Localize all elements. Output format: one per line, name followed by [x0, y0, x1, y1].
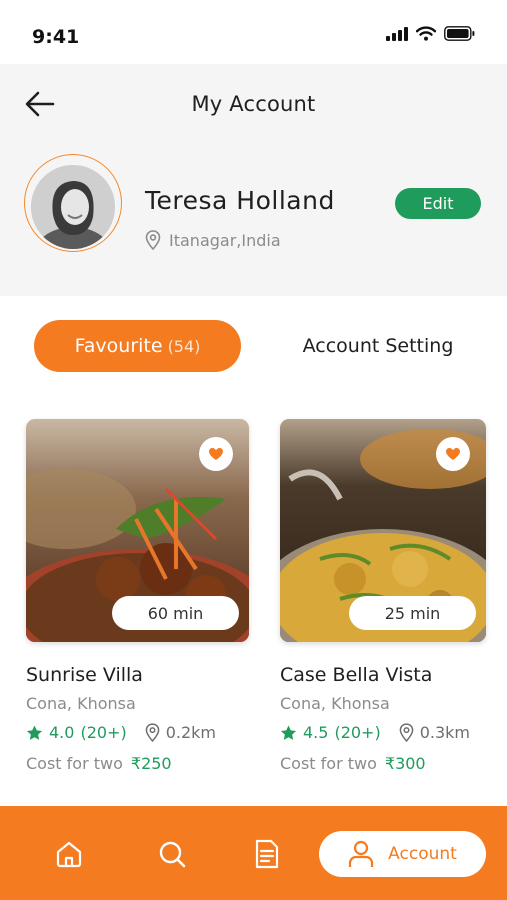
distance-value: 0.3km — [419, 723, 470, 742]
location-pin-icon — [145, 723, 160, 742]
restaurant-card[interactable]: 60 min Sunrise Villa Cona, Khonsa 4.0 (2… — [26, 419, 249, 773]
avatar[interactable] — [31, 165, 115, 249]
cost-value: ₹250 — [130, 754, 172, 773]
delivery-time: 25 min — [349, 596, 476, 630]
nav-account-button[interactable]: Account — [319, 831, 486, 877]
document-icon — [255, 839, 279, 869]
page-title: My Account — [191, 92, 316, 116]
tab-favourite-label: Favourite — [74, 335, 163, 357]
restaurant-image: 60 min — [26, 419, 249, 642]
delivery-time: 60 min — [112, 596, 239, 630]
nav-home-button[interactable] — [45, 830, 93, 878]
rating-value: 4.0 — [49, 723, 75, 742]
restaurant-name: Case Bella Vista — [280, 664, 433, 686]
restaurant-distance: 0.3km — [399, 723, 470, 742]
restaurant-name: Sunrise Villa — [26, 664, 143, 686]
back-button[interactable] — [22, 88, 58, 120]
user-icon — [349, 840, 374, 867]
favourite-button[interactable] — [199, 437, 233, 471]
tab-account-setting[interactable]: Account Setting — [268, 320, 488, 372]
distance-value: 0.2km — [165, 723, 216, 742]
restaurant-card[interactable]: 25 min Case Bella Vista Cona, Khonsa 4.5… — [280, 419, 486, 773]
bottom-nav: Account — [0, 806, 507, 900]
location-pin-icon — [145, 230, 161, 250]
wifi-icon — [416, 26, 436, 41]
tab-favourite-count: (54) — [167, 336, 201, 356]
cost-value: ₹300 — [384, 754, 426, 773]
status-icons — [386, 26, 475, 41]
status-bar: 9:41 — [0, 0, 507, 64]
user-name: Teresa Holland — [145, 186, 335, 215]
cost-label: Cost for two — [26, 754, 123, 773]
nav-orders-button[interactable] — [243, 830, 291, 878]
user-location-text: Itanagar,India — [169, 230, 281, 250]
favourite-button[interactable] — [436, 437, 470, 471]
rating-value: 4.5 — [303, 723, 329, 742]
heart-icon — [446, 448, 460, 460]
status-time: 9:41 — [32, 26, 80, 48]
restaurant-cost: Cost for two ₹300 — [280, 754, 486, 773]
nav-account-label: Account — [388, 844, 457, 864]
star-icon — [280, 725, 297, 740]
star-icon — [26, 725, 43, 740]
user-photo-icon — [31, 165, 115, 249]
edit-profile-button[interactable]: Edit — [395, 188, 481, 219]
restaurant-cost: Cost for two ₹250 — [26, 754, 249, 773]
restaurant-rating: 4.5 (20+) — [280, 723, 381, 742]
signal-icon — [386, 26, 408, 41]
restaurant-rating: 4.0 (20+) — [26, 723, 127, 742]
arrow-left-icon — [25, 91, 55, 117]
rating-count: (20+) — [80, 723, 127, 742]
rating-count: (20+) — [334, 723, 381, 742]
restaurant-image: 25 min — [280, 419, 486, 642]
restaurant-meta: 4.0 (20+) 0.2km — [26, 723, 249, 742]
tab-favourite[interactable]: Favourite (54) — [34, 320, 241, 372]
avatar-ring — [24, 154, 122, 252]
location-pin-icon — [399, 723, 414, 742]
profile-header: My Account Teresa Holland Itanagar,India… — [0, 64, 507, 296]
restaurant-meta: 4.5 (20+) 0.3km — [280, 723, 486, 742]
heart-icon — [209, 448, 223, 460]
cost-label: Cost for two — [280, 754, 377, 773]
restaurant-distance: 0.2km — [145, 723, 216, 742]
user-location: Itanagar,India — [145, 230, 281, 250]
restaurant-address: Cona, Khonsa — [26, 694, 136, 713]
battery-icon — [444, 26, 475, 41]
home-icon — [56, 841, 82, 868]
restaurant-address: Cona, Khonsa — [280, 694, 390, 713]
nav-search-button[interactable] — [148, 830, 196, 878]
search-icon — [159, 841, 186, 868]
